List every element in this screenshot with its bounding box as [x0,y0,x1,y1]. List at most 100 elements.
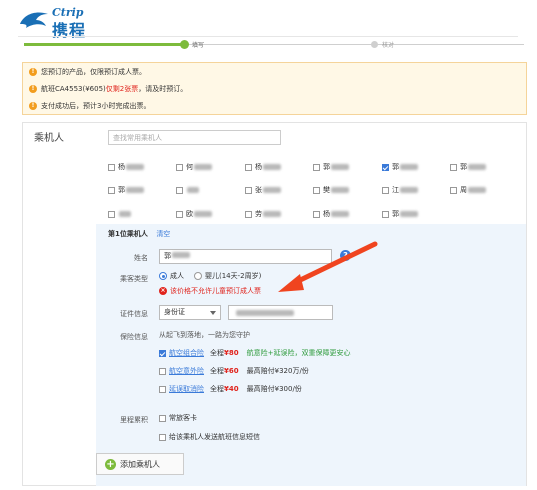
passenger-name: 郭 [392,210,399,218]
passenger-checkbox[interactable] [313,186,320,194]
error-icon: × [159,287,167,295]
passenger-name: 江 [392,186,399,194]
send-sms-checkbox[interactable] [159,433,166,441]
passenger-checkbox[interactable] [382,210,389,218]
frequent-passenger-item[interactable]: 周 [450,185,486,195]
frequent-passenger-item[interactable]: 郭 [382,209,418,219]
logo-main-text: 携程 [52,21,87,40]
frequent-passenger-item[interactable] [176,185,199,195]
insurance-price: ¥40 [224,385,239,393]
frequent-passenger-item[interactable]: 郭 [108,185,144,195]
frequent-passenger-item[interactable]: 劳 [245,209,281,219]
insurance-price: ¥80 [224,349,239,357]
frequent-passenger-item[interactable]: 樊 [313,185,349,195]
insurance-description: 最高赔付¥300/份 [246,385,302,393]
passenger-name: 郭 [118,186,125,194]
header: Ctrip 携程 [0,0,537,40]
insurance-name[interactable]: 延误取消险 [169,384,204,394]
passenger-name: 杨 [255,163,262,171]
insurance-price-label: 全程 [210,349,224,357]
passenger-checkbox[interactable] [450,186,457,194]
notice-adult-only: ! 您预订的产品，仅限预订成人票。 [29,66,146,78]
frequent-passenger-item[interactable]: 郭 [450,162,486,172]
progress-step-fill-dot [180,40,189,49]
notice-seats-left: ! 航班CA4553(¥605) 仅剩2张票 ，请及时预订。 [29,83,187,95]
insurance-option[interactable]: 延误取消险 全程 ¥40 最高赔付¥300/份 [159,384,302,394]
passenger-name: 劳 [255,210,262,218]
frequent-passenger-item[interactable]: 何 [176,162,212,172]
passenger-checkbox[interactable] [245,163,252,171]
frequent-flyer-checkbox[interactable] [159,414,166,422]
send-sms-option[interactable]: 给该乘机人发送航班信息短信 [159,432,260,442]
passenger-search-input[interactable] [109,131,280,144]
redacted-text [468,187,486,193]
redacted-text [400,164,418,170]
frequent-flyer-option[interactable]: 常旅客卡 [159,413,197,423]
passenger-search[interactable] [108,130,281,145]
add-passenger-button[interactable]: + 添加乘机人 [96,453,184,475]
insurance-name[interactable]: 航空组合险 [169,348,204,358]
add-passenger-label: 添加乘机人 [120,459,160,469]
frequent-passenger-item[interactable]: 江 [382,185,418,195]
frequent-passenger-item[interactable] [108,209,131,219]
frequent-passenger-item[interactable]: 张 [245,185,281,195]
frequent-flyer-label: 常旅客卡 [169,414,197,422]
passenger-name: 杨 [118,163,125,171]
id-label: 证件信息 [120,310,148,318]
warning-icon: ! [29,102,37,110]
redacted-text [172,252,190,258]
frequent-passenger-item[interactable]: 杨 [108,162,144,172]
insurance-name[interactable]: 航空意外险 [169,366,204,376]
ctrip-logo[interactable]: Ctrip 携程 [18,6,108,40]
insurance-option[interactable]: 航空意外险 全程 ¥60 最高赔付¥320万/份 [159,366,309,376]
insurance-description: 最高赔付¥320万/份 [246,367,309,375]
redacted-text [331,211,349,217]
passenger-checkbox[interactable] [382,163,389,171]
id-type-select[interactable]: 身份证 [159,305,221,320]
adult-radio[interactable] [159,272,167,280]
name-value: 郭 [164,252,171,260]
notice-text: ，请及时预订。 [138,85,188,93]
passenger-type-options: 成人 婴儿(14天-2周岁) [159,271,261,281]
infant-radio[interactable] [194,272,202,280]
id-number-field[interactable] [228,305,333,320]
progress-done-bar [24,43,184,46]
id-type-value: 身份证 [164,308,185,316]
passenger-checkbox[interactable] [176,210,183,218]
passenger-checkbox[interactable] [108,163,115,171]
insurance-description: 航意险+延误险，双重保障更安心 [246,349,351,357]
notice-highlight: 仅剩2张票 [105,85,139,93]
passenger-checkbox[interactable] [313,163,320,171]
clear-link[interactable]: 清空 [156,230,170,238]
passenger-checkbox[interactable] [245,210,252,218]
redacted-text [126,164,144,170]
passenger-checkbox[interactable] [245,186,252,194]
passenger-checkbox[interactable] [176,186,183,194]
insurance-checkbox[interactable] [159,367,166,375]
passenger-type-label: 乘客类型 [120,275,148,283]
passenger-checkbox[interactable] [382,186,389,194]
insurance-label: 保险信息 [120,333,148,341]
redacted-text [236,310,294,316]
passenger-checkbox[interactable] [313,210,320,218]
frequent-passenger-item[interactable]: 郭 [313,162,349,172]
passenger-index: 第1位乘机人 [108,230,148,238]
frequent-passenger-item[interactable]: 欧 [176,209,212,219]
mileage-label: 里程累积 [120,416,148,424]
passenger-checkbox[interactable] [176,163,183,171]
passenger-checkbox[interactable] [108,210,115,218]
passenger-checkbox[interactable] [450,163,457,171]
plus-icon: + [105,458,116,470]
redacted-text [468,164,486,170]
insurance-checkbox[interactable] [159,385,166,393]
passenger-name: 郭 [392,163,399,171]
frequent-passenger-item[interactable]: 杨 [313,209,349,219]
insurance-option[interactable]: 航空组合险 全程 ¥80 航意险+延误险，双重保障更安心 [159,348,351,358]
passenger-checkbox[interactable] [108,186,115,194]
header-divider [18,36,518,37]
frequent-passenger-item[interactable]: 郭 [382,162,418,172]
insurance-checkbox[interactable] [159,349,166,357]
frequent-passenger-item[interactable]: 杨 [245,162,281,172]
redacted-text [263,164,281,170]
redacted-text [187,187,199,193]
